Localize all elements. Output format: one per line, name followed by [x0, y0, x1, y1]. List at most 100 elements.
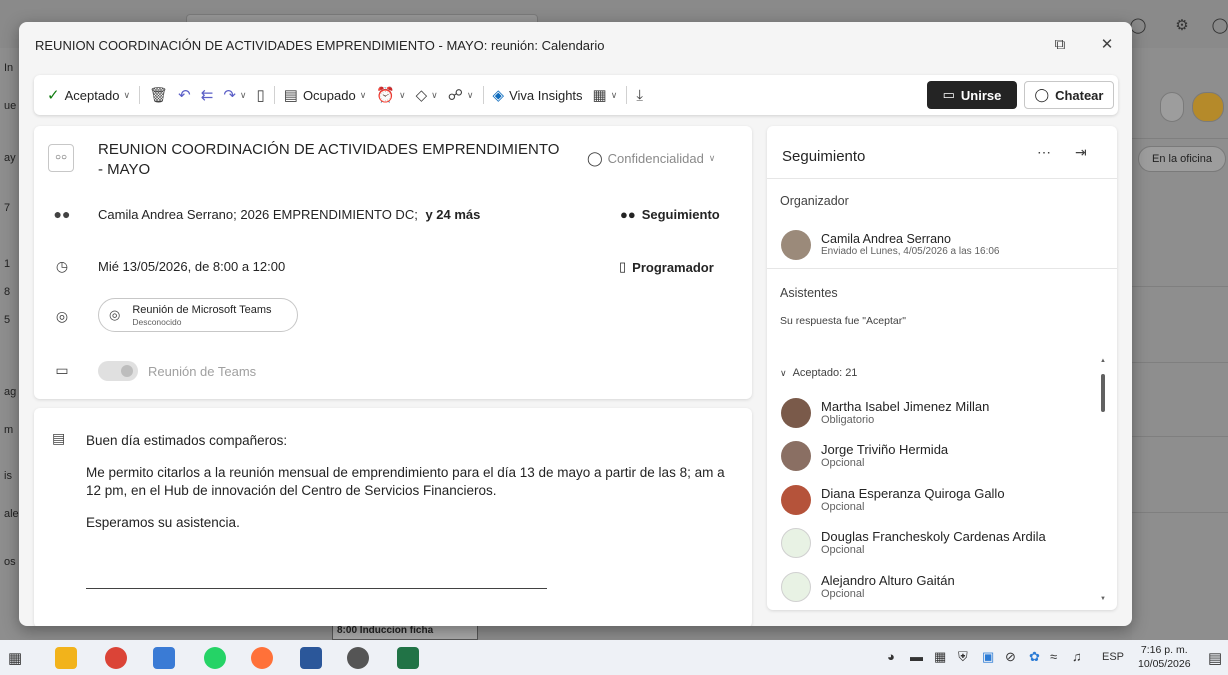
organizer-name: Camila Andrea Serrano: [821, 232, 951, 246]
volume-icon[interactable]: ♫: [1072, 649, 1082, 664]
avatar: [781, 528, 811, 558]
more-icon[interactable]: ⋯: [1037, 144, 1051, 161]
app-icon[interactable]: [347, 647, 369, 669]
dialog-title: REUNION COORDINACIÓN DE ACTIVIDADES EMPR…: [35, 37, 605, 53]
tray-icon[interactable]: ⊘: [1005, 649, 1016, 665]
subject-line-1: REUNION COORDINACIÓN DE ACTIVIDADES EMPR…: [98, 141, 560, 158]
video-icon: ▭: [942, 87, 955, 102]
accepted-dropdown[interactable]: ✓ Aceptado ∨: [42, 80, 135, 110]
attendee-info: Diana Esperanza Quiroga Gallo Opcional: [821, 486, 1005, 514]
reminder-dropdown[interactable]: ⏰ ∨: [371, 80, 410, 110]
scroll-up-icon[interactable]: ▲: [1100, 358, 1106, 364]
tray-icon[interactable]: ▬: [910, 649, 923, 664]
avatar: [781, 441, 811, 471]
lock-icon: ☍: [447, 87, 463, 104]
apps-icon: ▦: [592, 87, 607, 104]
grid-line: [1132, 512, 1228, 513]
categorize-dropdown[interactable]: ◇ ∨: [411, 80, 443, 110]
tracking-panel: Seguimiento ⋯ ⇥ Organizador Camila Andre…: [767, 126, 1117, 610]
reply-all-icon: ⇇: [200, 87, 214, 104]
body-closing: Esperamos su asistencia.: [86, 515, 240, 530]
chevron-down-icon: ∨: [359, 89, 367, 100]
event-datetime: Mié 13/05/2026, de 8:00 a 12:00: [98, 259, 286, 274]
copilot-icon: [1192, 92, 1224, 122]
firefox-icon[interactable]: [251, 647, 273, 669]
wifi-icon[interactable]: ≈: [1050, 649, 1057, 664]
copy-button[interactable]: ▯: [251, 80, 269, 110]
join-button[interactable]: ▭ Unirse: [927, 81, 1017, 109]
location-pill[interactable]: ◎ Reunión de Microsoft Teams Desconocido: [98, 298, 298, 332]
bg-label: 1: [4, 258, 11, 270]
organizer[interactable]: Camila Andrea Serrano Enviado el Lunes, …: [781, 230, 999, 260]
accepted-group-toggle[interactable]: ∨ Aceptado: 21: [780, 367, 857, 379]
attendee-item[interactable]: Diana Esperanza Quiroga Gallo Opcional: [781, 485, 1005, 515]
tray-icon[interactable]: ◕: [887, 649, 895, 664]
whatsapp-icon[interactable]: [204, 647, 226, 669]
chat-button[interactable]: ◯ Chatear: [1024, 81, 1114, 109]
download-icon: ⤓: [636, 86, 643, 104]
bluetooth-icon[interactable]: ✿: [1029, 649, 1040, 665]
busy-dropdown[interactable]: ▤ Ocupado ∨: [279, 80, 372, 110]
location-name: Reunión de Microsoft Teams: [132, 303, 272, 316]
chrome-icon[interactable]: [105, 647, 127, 669]
close-icon[interactable]: ✕: [1096, 34, 1118, 56]
grid-line: [1132, 436, 1228, 437]
attendee-role: Opcional: [821, 544, 865, 556]
delete-button[interactable]: 🗑: [144, 80, 173, 110]
confidentiality-dropdown[interactable]: ◯ Confidencialidad ∨: [587, 150, 715, 167]
language-indicator[interactable]: ESP: [1102, 651, 1124, 663]
word-icon[interactable]: [300, 647, 322, 669]
scheduler-link[interactable]: ▯ Programador: [619, 259, 714, 275]
chevron-down-icon: ∨: [398, 89, 406, 100]
notifications-icon[interactable]: ▤: [1208, 649, 1222, 667]
task-view-icon[interactable]: ▦: [8, 649, 22, 667]
copy-icon: ▯: [256, 87, 265, 104]
busy-label: Ocupado: [302, 87, 356, 103]
excel-icon[interactable]: [397, 647, 419, 669]
scrollbar[interactable]: [1101, 374, 1105, 412]
clock-date: 10/05/2026: [1138, 658, 1191, 670]
viva-insights-button[interactable]: ◈ Viva Insights: [488, 80, 588, 110]
app-icon[interactable]: [153, 647, 175, 669]
attendee-item[interactable]: Douglas Francheskoly Cardenas Ardila Opc…: [781, 528, 1046, 558]
forward-button[interactable]: ↷ ∨: [218, 80, 251, 110]
attendee-item[interactable]: Alejandro Alturo Gaitán Opcional: [781, 572, 955, 602]
attendees-list: Camila Andrea Serrano; 2026 EMPRENDIMIEN…: [98, 207, 418, 222]
scheduler-icon: ▯: [619, 259, 627, 274]
grid-line: [1132, 138, 1228, 139]
bg-label: ue: [4, 100, 17, 112]
location-icon: ◎: [55, 308, 69, 324]
toolbar-separator: [139, 86, 141, 104]
confidentiality-label: Confidencialidad: [607, 151, 704, 166]
attendee-item[interactable]: Martha Isabel Jimenez Millan Obligatorio: [781, 398, 989, 428]
profile-icon: ◯: [1211, 17, 1228, 34]
trash-icon: 🗑: [149, 87, 169, 104]
location-icon: ◎: [109, 307, 121, 322]
avatar: [781, 572, 811, 602]
tray-icon[interactable]: ▣: [982, 649, 994, 665]
tracking-link-label: Seguimiento: [641, 207, 720, 222]
organizer-info: Camila Andrea Serrano Enviado el Lunes, …: [821, 232, 999, 258]
download-button[interactable]: ⤓: [631, 80, 648, 110]
teams-meeting-toggle[interactable]: [98, 361, 138, 381]
popout-icon[interactable]: ⧉: [1049, 34, 1071, 56]
tray-icon[interactable]: ▦: [934, 649, 946, 665]
clock[interactable]: 7:16 p. m. 10/05/2026: [1138, 643, 1191, 671]
attendee-role: Opcional: [821, 588, 865, 600]
attendees-summary[interactable]: Camila Andrea Serrano; 2026 EMPRENDIMIEN…: [98, 207, 480, 222]
reply-all-button[interactable]: ⇇: [196, 80, 219, 110]
tracking-link[interactable]: ●● Seguimiento: [620, 207, 720, 222]
panel-close-icon[interactable]: ⇥: [1075, 144, 1087, 161]
attendee-name: Jorge Triviño Hermida: [821, 442, 949, 457]
join-label: Unirse: [960, 87, 1002, 103]
teams-meeting-label: Reunión de Teams: [148, 364, 257, 379]
people-icon: ●●: [620, 207, 636, 222]
shield-icon[interactable]: ⛨: [958, 649, 968, 665]
attendee-item[interactable]: Jorge Triviño Hermida Opcional: [781, 441, 948, 471]
scroll-down-icon[interactable]: ▼: [1100, 596, 1106, 602]
apps-dropdown[interactable]: ▦ ∨: [588, 80, 623, 110]
private-dropdown[interactable]: ☍ ∨: [443, 80, 479, 110]
tag-icon: ◇: [415, 87, 428, 104]
reply-button[interactable]: ↶: [173, 80, 196, 110]
file-explorer-icon[interactable]: [55, 647, 77, 669]
